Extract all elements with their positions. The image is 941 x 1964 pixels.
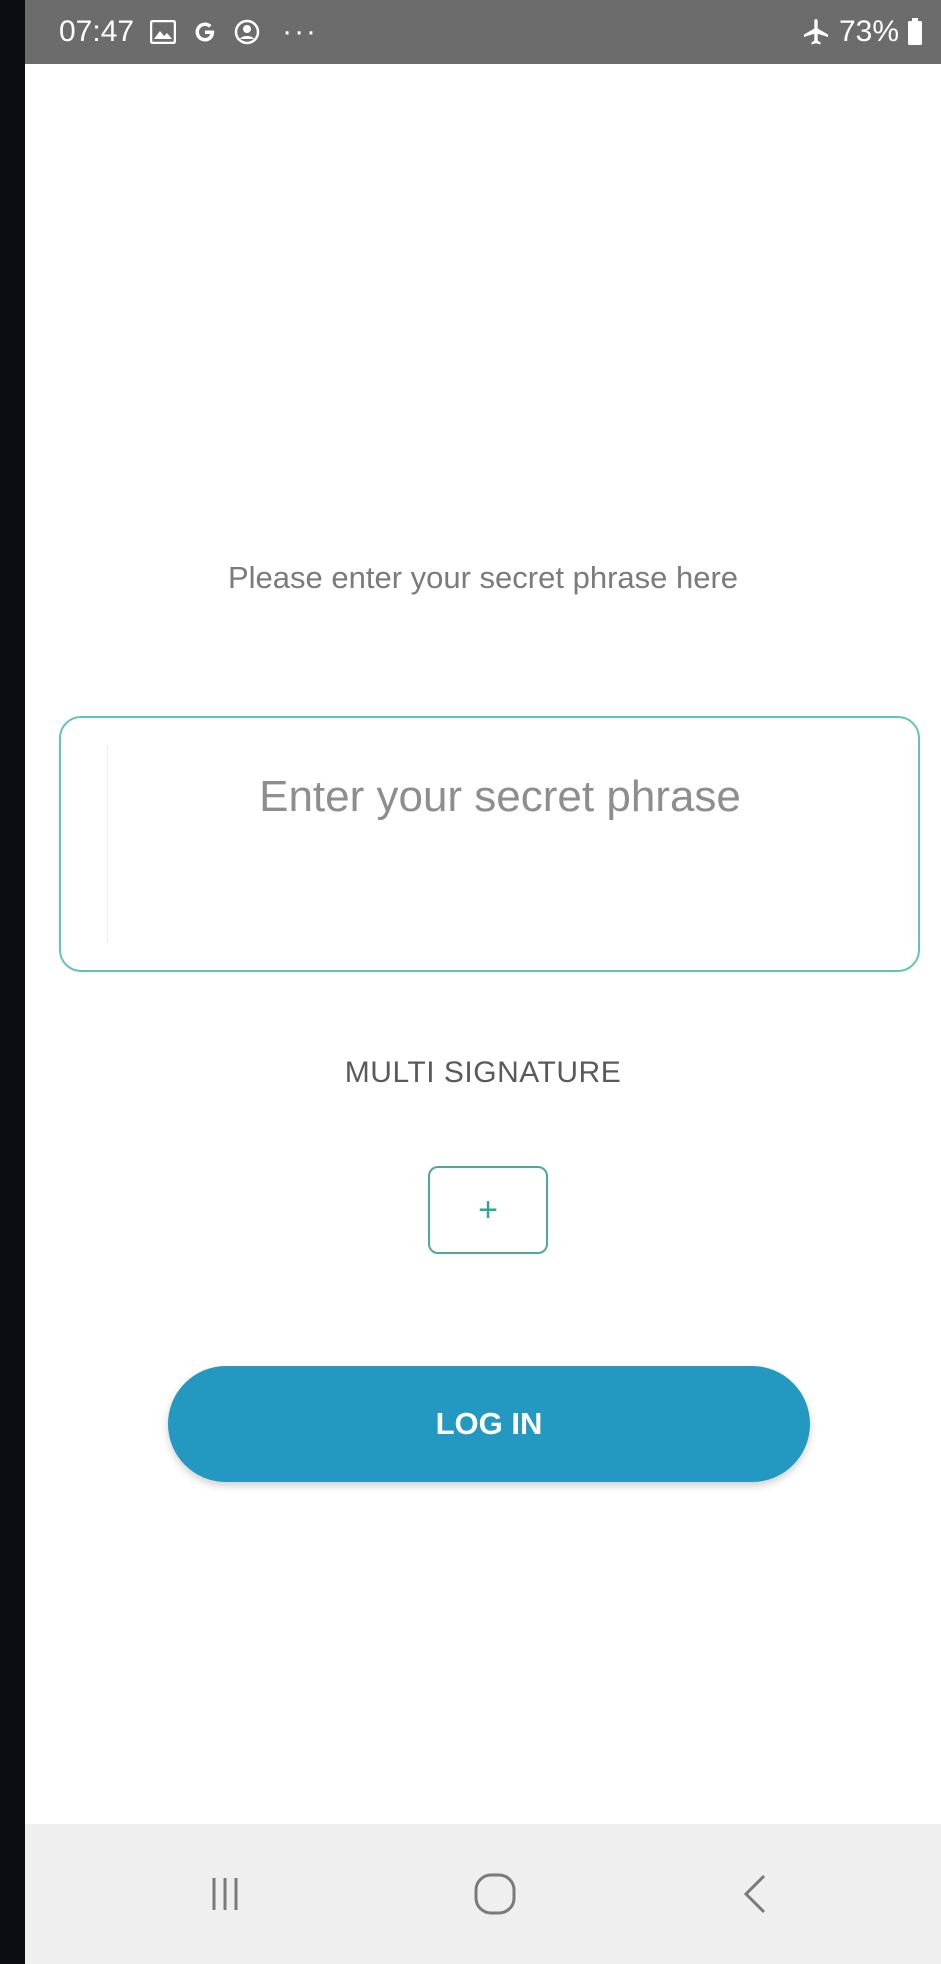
- secret-phrase-prompt: Please enter your secret phrase here: [227, 560, 739, 595]
- back-button[interactable]: [715, 1824, 795, 1964]
- plus-icon: +: [478, 1190, 498, 1229]
- secret-phrase-input[interactable]: [105, 738, 895, 938]
- more-dots-icon: ···: [282, 15, 319, 48]
- back-icon: [740, 1872, 770, 1916]
- google-icon: [192, 19, 218, 45]
- battery-icon: [907, 18, 923, 46]
- secret-phrase-box: [59, 716, 920, 972]
- status-right: 73%: [801, 0, 923, 64]
- recent-apps-icon: [210, 1874, 240, 1914]
- home-button[interactable]: [455, 1824, 535, 1964]
- gallery-icon: [150, 20, 177, 44]
- multi-signature-label: MULTI SIGNATURE: [344, 1056, 622, 1089]
- battery-percent: 73%: [838, 15, 899, 48]
- navigation-bar: [25, 1824, 941, 1964]
- status-time: 07:47: [59, 15, 135, 48]
- home-icon: [473, 1872, 517, 1916]
- status-bar: 07:47 ··· 73%: [25, 0, 941, 64]
- add-signature-button[interactable]: +: [428, 1166, 548, 1254]
- status-left: 07:47 ···: [59, 0, 318, 64]
- login-button[interactable]: LOG IN: [168, 1366, 810, 1482]
- account-icon: [234, 19, 260, 45]
- app-screen: 07:47 ··· 73% Please enter your secret p…: [25, 0, 941, 1964]
- airplane-icon: [801, 17, 831, 47]
- recent-apps-button[interactable]: [185, 1824, 265, 1964]
